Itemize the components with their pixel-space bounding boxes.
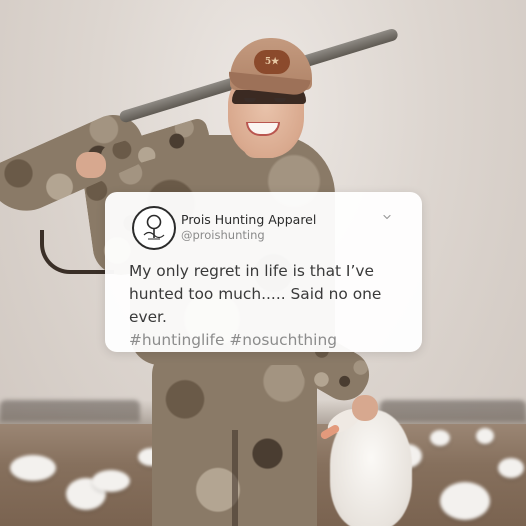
author-name[interactable]: Prois Hunting Apparel — [181, 212, 316, 227]
cap-patch-logo: 5★ — [254, 50, 290, 74]
left-hand — [76, 152, 106, 178]
gun-sling — [40, 230, 114, 274]
right-hand — [352, 395, 378, 421]
post-card: Prois Hunting Apparel @proishunting My o… — [105, 192, 422, 352]
pants-seam — [232, 430, 238, 526]
post-body: My only regret in life is that I’ve hunt… — [129, 262, 382, 326]
post-image: 5★ Prois Hunting Apparel @proishunting M… — [0, 0, 526, 526]
profile-avatar[interactable] — [132, 206, 176, 250]
author-handle[interactable]: @proishunting — [181, 228, 316, 242]
post-text: My only regret in life is that I’ve hunt… — [129, 260, 414, 352]
prois-logo-icon — [143, 214, 165, 240]
post-hashtags[interactable]: #huntinglife #nosuchthing — [129, 329, 414, 352]
chevron-down-icon[interactable] — [382, 212, 392, 222]
post-author: Prois Hunting Apparel @proishunting — [181, 212, 316, 242]
